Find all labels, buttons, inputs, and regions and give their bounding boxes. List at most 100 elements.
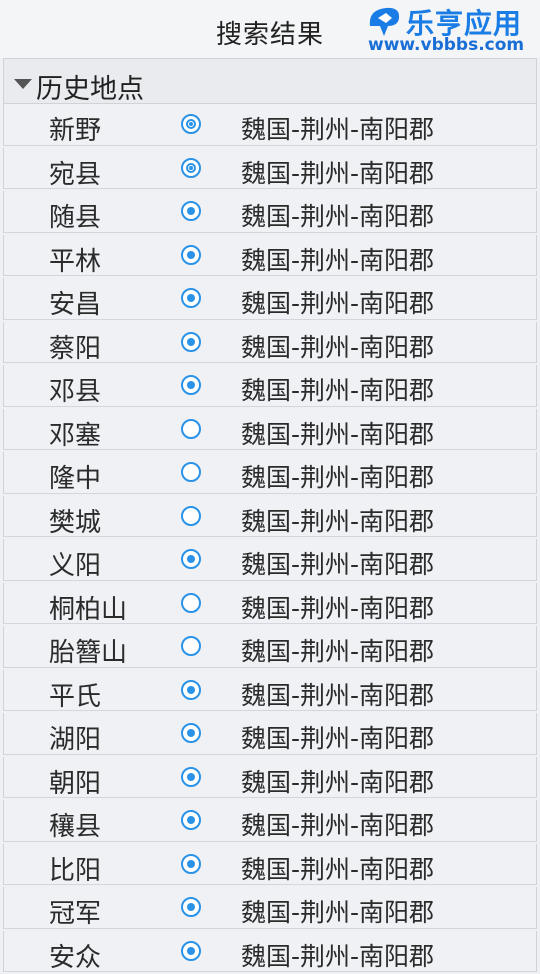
location-marker-icon[interactable] <box>181 636 201 656</box>
marker-dot <box>187 555 195 563</box>
location-marker-icon[interactable] <box>181 679 201 700</box>
place-region: 魏国-荆州-南阳郡 <box>241 419 435 449</box>
location-marker-icon[interactable] <box>181 244 201 265</box>
list-item[interactable]: 樊城 魏国-荆州-南阳郡 <box>3 495 537 538</box>
marker-dot <box>187 250 195 259</box>
location-marker-icon[interactable] <box>181 114 201 134</box>
place-name: 樊城 <box>49 507 102 538</box>
list-item[interactable]: 蔡阳 魏国-荆州-南阳郡 <box>3 321 537 364</box>
places-list: 新野 魏国-荆州-南阳郡 宛县 魏国-荆州-南阳郡 随县 魏国-荆州-南阳郡 平林 魏国-荆州… <box>3 104 537 974</box>
place-region: 魏国-荆州-南阳郡 <box>241 506 435 536</box>
place-name: 穰县 <box>49 812 102 842</box>
watermark: 乐亨应用 www.vbbbs.com <box>366 2 536 55</box>
place-region: 魏国-荆州-南阳郡 <box>241 724 435 753</box>
place-region: 魏国-荆州-南阳郡 <box>241 593 435 623</box>
marker-dot <box>187 903 195 911</box>
list-item[interactable]: 义阳 魏国-荆州-南阳郡 <box>3 539 537 581</box>
location-marker-icon[interactable] <box>181 592 201 613</box>
place-region: 魏国-荆州-南阳郡 <box>241 332 435 362</box>
place-name: 朝阳 <box>49 768 102 799</box>
marker-dot <box>186 162 196 173</box>
place-region: 魏国-荆州-南阳郡 <box>241 680 435 710</box>
location-marker-icon[interactable] <box>181 462 201 482</box>
list-item[interactable]: 安众 魏国-荆州-南阳郡 <box>3 930 537 973</box>
place-name: 冠军 <box>49 899 102 929</box>
place-name: 胎簪山 <box>49 638 128 668</box>
location-marker-icon[interactable] <box>181 331 201 352</box>
list-item[interactable]: 穰县 魏国-荆州-南阳郡 <box>3 800 537 842</box>
section-title: 历史地点 <box>36 74 144 105</box>
place-name: 邓县 <box>49 377 102 407</box>
list-item[interactable]: 朝阳 魏国-荆州-南阳郡 <box>3 756 537 799</box>
place-region: 魏国-荆州-南阳郡 <box>241 289 435 318</box>
top-bar: 搜索结果 乐亨应用 www.vbbbs.com <box>0 0 540 58</box>
list-item[interactable]: 安昌 魏国-荆州-南阳郡 <box>3 278 537 320</box>
place-region: 魏国-荆州-南阳郡 <box>241 376 435 405</box>
place-region: 魏国-荆州-南阳郡 <box>241 158 435 188</box>
location-marker-icon[interactable] <box>181 375 201 395</box>
section-header-historical-places[interactable]: 历史地点 <box>3 58 537 105</box>
place-name: 蔡阳 <box>49 333 102 364</box>
location-marker-icon[interactable] <box>181 853 201 874</box>
marker-dot <box>187 207 195 215</box>
place-region: 魏国-荆州-南阳郡 <box>241 898 435 927</box>
marker-dot <box>187 294 195 302</box>
list-item[interactable]: 平林 魏国-荆州-南阳郡 <box>3 234 537 277</box>
marker-dot <box>186 119 196 129</box>
list-item[interactable]: 平氏 魏国-荆州-南阳郡 <box>3 669 537 712</box>
list-item[interactable]: 冠军 魏国-荆州-南阳郡 <box>3 887 537 929</box>
marker-dot <box>187 816 195 824</box>
list-item[interactable]: 比阳 魏国-荆州-南阳郡 <box>3 843 537 886</box>
place-region: 魏国-荆州-南阳郡 <box>241 767 435 797</box>
place-region: 魏国-荆州-南阳郡 <box>241 115 435 144</box>
place-region: 魏国-荆州-南阳郡 <box>241 202 435 231</box>
place-name: 隆中 <box>49 464 102 494</box>
list-item[interactable]: 邓塞 魏国-荆州-南阳郡 <box>3 408 537 451</box>
location-marker-icon[interactable] <box>181 549 201 569</box>
list-item[interactable]: 新野 魏国-荆州-南阳郡 <box>3 104 537 146</box>
marker-dot <box>187 381 195 389</box>
place-name: 湖阳 <box>49 725 102 755</box>
marker-dot <box>187 337 195 346</box>
marker-dot <box>187 685 195 694</box>
place-name: 邓塞 <box>49 420 102 451</box>
location-marker-icon[interactable] <box>181 288 201 308</box>
place-region: 魏国-荆州-南阳郡 <box>241 854 435 884</box>
place-region: 魏国-荆州-南阳郡 <box>241 245 435 275</box>
list-item[interactable]: 邓县 魏国-荆州-南阳郡 <box>3 365 537 407</box>
marker-dot <box>187 729 195 737</box>
place-region: 魏国-荆州-南阳郡 <box>241 941 435 971</box>
location-marker-icon[interactable] <box>181 723 201 743</box>
place-name: 随县 <box>49 203 102 233</box>
location-marker-icon[interactable] <box>181 418 201 439</box>
location-marker-icon[interactable] <box>181 897 201 917</box>
location-marker-icon[interactable] <box>181 201 201 221</box>
place-name: 义阳 <box>49 551 102 581</box>
list-item[interactable]: 随县 魏国-荆州-南阳郡 <box>3 191 537 233</box>
list-item[interactable]: 湖阳 魏国-荆州-南阳郡 <box>3 713 537 755</box>
place-region: 魏国-荆州-南阳郡 <box>241 550 435 579</box>
location-marker-icon[interactable] <box>181 766 201 787</box>
location-marker-icon[interactable] <box>181 505 201 526</box>
place-name: 宛县 <box>49 159 102 190</box>
watermark-url: www.vbbbs.com <box>368 35 525 55</box>
place-name: 桐柏山 <box>49 594 128 625</box>
list-item[interactable]: 桐柏山 魏国-荆州-南阳郡 <box>3 582 537 625</box>
list-item[interactable]: 宛县 魏国-荆州-南阳郡 <box>3 147 537 190</box>
location-marker-icon[interactable] <box>181 940 201 961</box>
place-region: 魏国-荆州-南阳郡 <box>241 463 435 492</box>
place-name: 安众 <box>49 942 102 973</box>
place-name: 平氏 <box>49 681 102 712</box>
marker-dot <box>187 946 195 955</box>
place-region: 魏国-荆州-南阳郡 <box>241 811 435 840</box>
place-region: 魏国-荆州-南阳郡 <box>241 637 435 666</box>
marker-dot <box>187 859 195 868</box>
place-name: 平林 <box>49 246 102 277</box>
marker-dot <box>187 772 195 781</box>
location-marker-icon[interactable] <box>181 157 201 178</box>
list-item[interactable]: 胎簪山 魏国-荆州-南阳郡 <box>3 626 537 668</box>
caret-down-icon <box>14 79 32 89</box>
location-marker-icon[interactable] <box>181 810 201 830</box>
watermark-logo-icon <box>369 7 400 36</box>
list-item[interactable]: 隆中 魏国-荆州-南阳郡 <box>3 452 537 494</box>
